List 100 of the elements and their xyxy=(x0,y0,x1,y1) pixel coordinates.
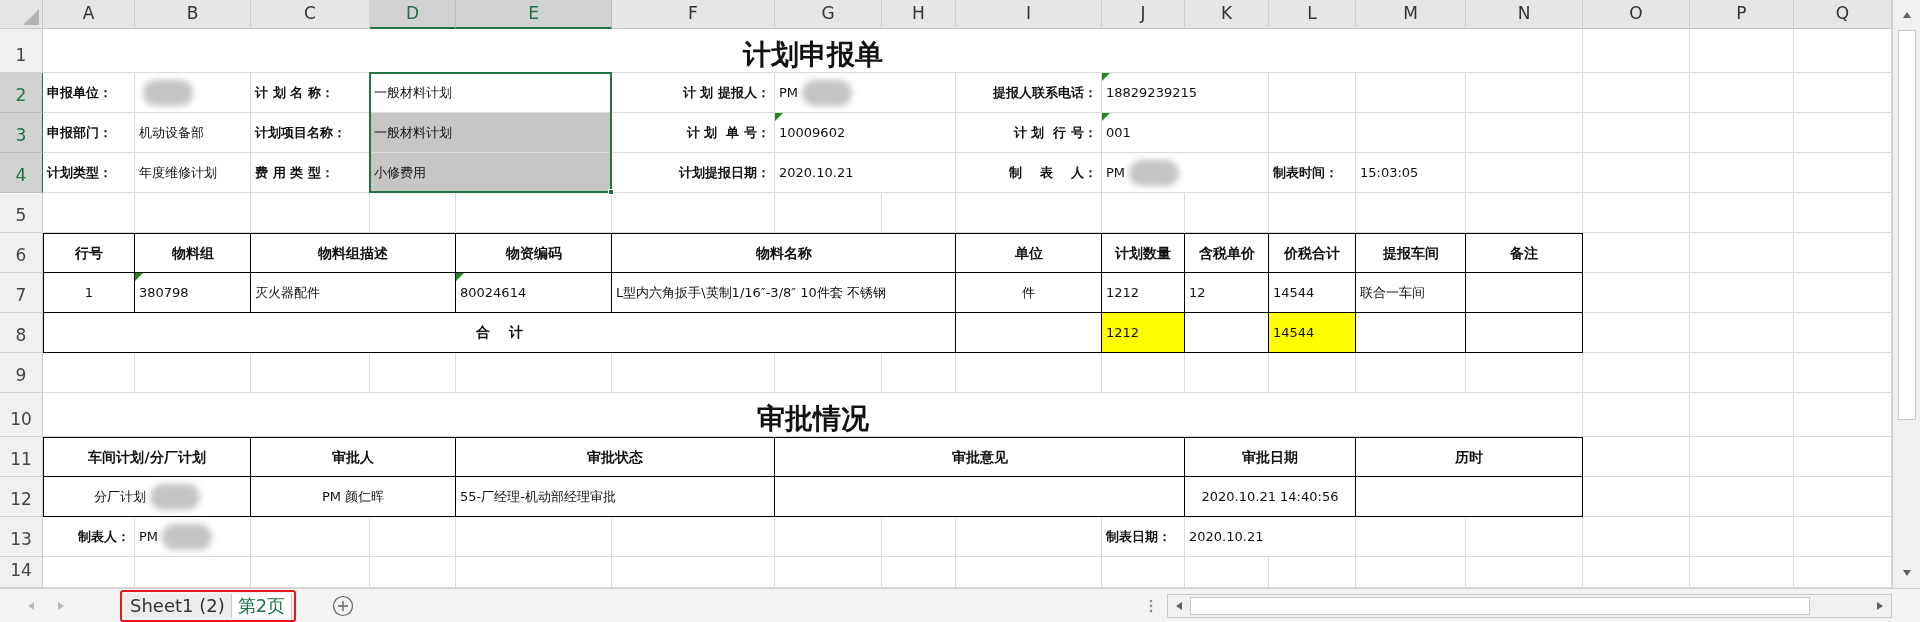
table-header: 车间计划/分厂计划 xyxy=(43,437,251,477)
selected-cell: 小修费用 xyxy=(370,153,612,193)
table-cell: 联合一车间 xyxy=(1356,273,1466,313)
cell-text: PM xyxy=(1106,163,1126,182)
scrollbar-thumb[interactable] xyxy=(1190,596,1810,615)
table-cell: PM 颜仁晖 xyxy=(251,477,456,517)
row-header[interactable]: 10 xyxy=(0,393,43,437)
row-header[interactable]: 3 xyxy=(0,113,43,153)
cell-text: PM xyxy=(139,527,159,546)
column-header[interactable]: D xyxy=(370,0,456,29)
table-header: 审批人 xyxy=(251,437,456,477)
table-cell: L型内六角扳手\英制1/16″-3/8″ 10件套 不锈钢 xyxy=(612,273,956,313)
cell-text: 18829239215 xyxy=(1106,83,1197,102)
row-header[interactable]: 11 xyxy=(0,437,43,477)
table-header: 审批状态 xyxy=(456,437,775,477)
table-header: 审批意见 xyxy=(775,437,1185,477)
row-header[interactable]: 13 xyxy=(0,517,43,557)
table-header: 物资编码 xyxy=(456,233,612,273)
column-header[interactable]: M xyxy=(1356,0,1466,29)
table-header: 备注 xyxy=(1466,233,1583,273)
sheet-tab[interactable]: Sheet1 (2) xyxy=(124,593,232,618)
cell-text: 001 xyxy=(1106,123,1131,142)
column-header[interactable]: J xyxy=(1102,0,1185,29)
column-header[interactable]: P xyxy=(1690,0,1794,29)
table-cell: 1 xyxy=(43,273,135,313)
row-header[interactable]: 4 xyxy=(0,153,43,193)
total-label: 合 计 xyxy=(43,313,956,353)
field-label: 制 表 人： xyxy=(956,153,1102,193)
column-header[interactable]: C xyxy=(251,0,370,29)
table-header: 物料组 xyxy=(135,233,251,273)
table-header: 价税合计 xyxy=(1269,233,1356,273)
column-header[interactable]: G xyxy=(775,0,882,29)
sheet-tab[interactable]: 第2页 xyxy=(231,593,293,618)
field-label: 计划提报日期： xyxy=(612,153,775,193)
field-value: 机动设备部 xyxy=(135,113,251,153)
row-header[interactable]: 9 xyxy=(0,353,43,393)
column-header[interactable]: L xyxy=(1269,0,1356,29)
sheet-title: 计划申报单 xyxy=(43,29,1583,73)
field-label: 制表人： xyxy=(43,517,135,557)
table-header: 行号 xyxy=(43,233,135,273)
horizontal-scrollbar[interactable] xyxy=(1167,593,1892,618)
column-header[interactable]: Q xyxy=(1794,0,1892,29)
field-value: 年度维修计划 xyxy=(135,153,251,193)
cell-text: 80024614 xyxy=(460,283,527,302)
table-header: 提报车间 xyxy=(1356,233,1466,273)
field-label: 计 划 行 号： xyxy=(956,113,1102,153)
vertical-scrollbar[interactable] xyxy=(1892,0,1920,588)
row-header[interactable]: 2 xyxy=(0,73,43,113)
column-header[interactable]: A xyxy=(43,0,135,29)
field-label: 计划类型： xyxy=(43,153,135,193)
field-label: 费 用 类 型： xyxy=(251,153,370,193)
row-header[interactable]: 12 xyxy=(0,477,43,517)
add-sheet-icon[interactable] xyxy=(332,594,355,617)
splitter-handle-icon[interactable] xyxy=(1149,598,1153,613)
row-header[interactable]: 6 xyxy=(0,233,43,273)
selected-cell: 一般材料计划 xyxy=(370,113,612,153)
scrollbar-thumb[interactable] xyxy=(1897,30,1916,420)
field-label: 制表时间： xyxy=(1269,153,1356,193)
row-header[interactable]: 1 xyxy=(0,29,43,73)
column-header[interactable]: O xyxy=(1583,0,1690,29)
field-label: 申报单位： xyxy=(43,73,135,113)
column-header[interactable]: K xyxy=(1185,0,1269,29)
field-value: 2020.10.21 xyxy=(1185,517,1356,557)
field-value: 2020.10.21 xyxy=(775,153,956,193)
column-header[interactable]: E xyxy=(456,0,612,29)
column-header[interactable]: I xyxy=(956,0,1102,29)
table-cell: 件 xyxy=(956,273,1102,313)
table-header: 单位 xyxy=(956,233,1102,273)
field-label: 制表日期： xyxy=(1102,517,1185,557)
left-arrow-icon xyxy=(1174,600,1184,611)
field-label: 提报人联系电话： xyxy=(956,73,1102,113)
table-header: 物料名称 xyxy=(612,233,956,273)
table-cell: 55-厂经理-机动部经理审批 xyxy=(456,477,775,517)
table-header: 历时 xyxy=(1356,437,1583,477)
column-header[interactable]: N xyxy=(1466,0,1583,29)
field-label: 计 划 单 号： xyxy=(612,113,775,153)
column-header[interactable]: H xyxy=(882,0,956,29)
field-label: 申报部门： xyxy=(43,113,135,153)
field-label: 计 划 名 称： xyxy=(251,73,370,113)
cell-text: 10009602 xyxy=(779,123,846,142)
down-arrow-icon xyxy=(1901,568,1912,578)
column-header[interactable]: F xyxy=(612,0,775,29)
cell-text: 380798 xyxy=(139,283,189,302)
row-header[interactable]: 5 xyxy=(0,193,43,233)
table-header: 计划数量 xyxy=(1102,233,1185,273)
field-value: 15:03:05 xyxy=(1356,153,1466,193)
row-header[interactable]: 7 xyxy=(0,273,43,313)
row-header[interactable]: 14 xyxy=(0,557,43,588)
table-cell: 2020.10.21 14:40:56 xyxy=(1185,477,1356,517)
table-header: 审批日期 xyxy=(1185,437,1356,477)
table-header: 物料组描述 xyxy=(251,233,456,273)
row-header[interactable]: 8 xyxy=(0,313,43,353)
section-title: 审批情况 xyxy=(43,393,1583,437)
table-cell: 1212 xyxy=(1102,313,1185,353)
table-header: 含税单价 xyxy=(1185,233,1269,273)
right-arrow-icon xyxy=(56,600,66,611)
up-arrow-icon xyxy=(1901,10,1912,20)
table-cell: 14544 xyxy=(1269,313,1356,353)
column-header[interactable]: B xyxy=(135,0,251,29)
cell-text: PM xyxy=(779,83,799,102)
